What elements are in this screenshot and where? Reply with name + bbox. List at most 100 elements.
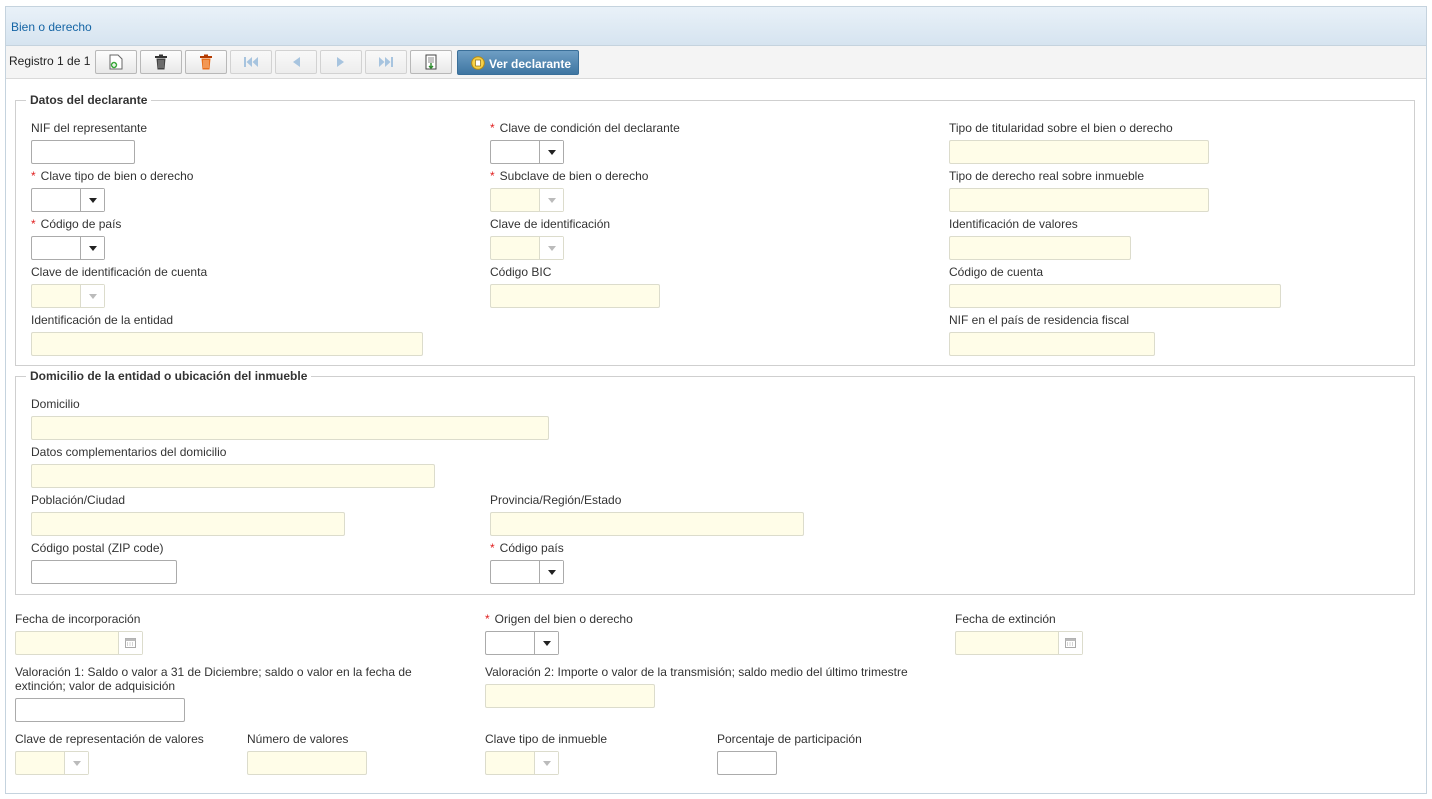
toolbar: Registro 1 de 1 Ver declarante (6, 46, 1426, 79)
clave-tipo-bien-text: Clave tipo de bien o derecho (40, 169, 194, 183)
first-record-button[interactable] (230, 50, 272, 74)
clave-condicion-label: * Clave de condición del declarante (490, 121, 680, 135)
subclave-bien-select[interactable] (490, 188, 564, 212)
chevron-down-icon[interactable] (539, 141, 563, 163)
fecha-extincion-label: Fecha de extinción (955, 612, 1056, 626)
codigo-pais-label: * Código de país (31, 217, 121, 231)
chevron-down-icon[interactable] (80, 237, 104, 259)
export-button[interactable] (410, 50, 452, 74)
origen-bien-text: Origen del bien o derecho (494, 612, 633, 626)
fecha-extincion-input[interactable] (955, 631, 1083, 655)
nif-pais-residencia-input[interactable] (949, 332, 1155, 356)
codigo-pais-select[interactable] (31, 236, 105, 260)
datos-complementarios-label: Datos complementarios del domicilio (31, 445, 227, 459)
fecha-incorporacion-label: Fecha de incorporación (15, 612, 141, 626)
chevron-down-icon[interactable] (539, 189, 563, 211)
poblacion-label: Población/Ciudad (31, 493, 126, 507)
panel-header: Bien o derecho (6, 7, 1426, 46)
chevron-down-icon[interactable] (534, 752, 558, 774)
clave-tipo-inmueble-select[interactable] (485, 751, 559, 775)
last-record-button[interactable] (365, 50, 407, 74)
datos-complementarios-input[interactable] (31, 464, 435, 488)
record-counter: Registro 1 de 1 (9, 54, 91, 68)
delete-all-button[interactable] (185, 50, 227, 74)
codigo-pais-text: Código de país (40, 217, 122, 231)
provincia-input[interactable] (490, 512, 804, 536)
valoracion2-label: Valoración 2: Importe o valor de la tran… (485, 665, 908, 679)
codigo-postal-label: Código postal (ZIP code) (31, 541, 164, 555)
identificacion-entidad-input[interactable] (31, 332, 423, 356)
tipo-derecho-real-label: Tipo de derecho real sobre inmueble (949, 169, 1145, 183)
last-record-icon (379, 57, 393, 67)
delete-icon (155, 54, 167, 70)
fecha-incorporacion-input[interactable] (15, 631, 143, 655)
delete-all-icon (200, 54, 212, 70)
required-marker: * (490, 541, 495, 555)
origen-bien-label: * Origen del bien o derecho (485, 612, 633, 626)
chevron-down-icon[interactable] (80, 189, 104, 211)
required-marker: * (490, 169, 495, 183)
codigo-pais-dom-select[interactable] (490, 560, 564, 584)
next-record-button[interactable] (320, 50, 362, 74)
calendar-icon (1065, 638, 1076, 648)
calendar-button[interactable] (118, 632, 142, 654)
tipo-titularidad-label: Tipo de titularidad sobre el bien o dere… (949, 121, 1173, 135)
numero-valores-input[interactable] (247, 751, 367, 775)
clave-condicion-text: Clave de condición del declarante (499, 121, 680, 135)
calendar-icon (125, 638, 136, 648)
codigo-bic-label: Código BIC (490, 265, 552, 279)
ver-declarante-label: Ver declarante (489, 57, 572, 71)
next-record-icon (337, 57, 344, 67)
chevron-down-icon[interactable] (80, 285, 104, 307)
clave-tipo-bien-select[interactable] (31, 188, 105, 212)
required-marker: * (31, 217, 36, 231)
calendar-button[interactable] (1058, 632, 1082, 654)
clave-tipo-inmueble-label: Clave tipo de inmueble (485, 732, 608, 746)
domicilio-legend: Domicilio de la entidad o ubicación del … (26, 369, 312, 383)
chevron-down-icon[interactable] (534, 632, 558, 654)
valoracion1-label: Valoración 1: Saldo o valor a 31 de Dici… (15, 665, 412, 693)
required-marker: * (490, 121, 495, 135)
codigo-cuenta-label: Código de cuenta (949, 265, 1044, 279)
porcentaje-participacion-input[interactable] (717, 751, 777, 775)
codigo-postal-input[interactable] (31, 560, 177, 584)
chevron-down-icon[interactable] (64, 752, 88, 774)
panel-title: Bien o derecho (11, 20, 92, 34)
nif-representante-input[interactable] (31, 140, 135, 164)
tipo-derecho-real-input[interactable] (949, 188, 1209, 212)
clave-identificacion-label: Clave de identificación (490, 217, 611, 231)
clave-representacion-label: Clave de representación de valores (15, 732, 204, 746)
datos-declarante-legend: Datos del declarante (26, 93, 152, 107)
chevron-down-icon[interactable] (539, 237, 563, 259)
poblacion-input[interactable] (31, 512, 345, 536)
nif-pais-residencia-label: NIF en el país de residencia fiscal (949, 313, 1130, 327)
codigo-bic-input[interactable] (490, 284, 660, 308)
identificacion-valores-label: Identificación de valores (949, 217, 1078, 231)
tipo-titularidad-input[interactable] (949, 140, 1209, 164)
new-record-icon (109, 54, 123, 70)
required-marker: * (485, 612, 490, 626)
clave-representacion-select[interactable] (15, 751, 89, 775)
codigo-cuenta-input[interactable] (949, 284, 1281, 308)
chevron-down-icon[interactable] (539, 561, 563, 583)
porcentaje-participacion-label: Porcentaje de participación (717, 732, 862, 746)
clave-identificacion-select[interactable] (490, 236, 564, 260)
nif-representante-label: NIF del representante (31, 121, 148, 135)
clave-identificacion-cuenta-label: Clave de identificación de cuenta (31, 265, 208, 279)
delete-button[interactable] (140, 50, 182, 74)
identificacion-valores-input[interactable] (949, 236, 1131, 260)
domicilio-input[interactable] (31, 416, 549, 440)
ver-declarante-button[interactable]: Ver declarante (457, 50, 579, 75)
declarante-icon (471, 56, 485, 70)
subclave-bien-text: Subclave de bien o derecho (499, 169, 649, 183)
numero-valores-label: Número de valores (247, 732, 349, 746)
clave-identificacion-cuenta-select[interactable] (31, 284, 105, 308)
new-record-button[interactable] (95, 50, 137, 74)
clave-condicion-select[interactable] (490, 140, 564, 164)
codigo-pais-dom-text: Código país (499, 541, 564, 555)
origen-bien-select[interactable] (485, 631, 559, 655)
valoracion2-input[interactable] (485, 684, 655, 708)
previous-record-button[interactable] (275, 50, 317, 74)
valoracion1-input[interactable] (15, 698, 185, 722)
previous-record-icon (293, 57, 300, 67)
